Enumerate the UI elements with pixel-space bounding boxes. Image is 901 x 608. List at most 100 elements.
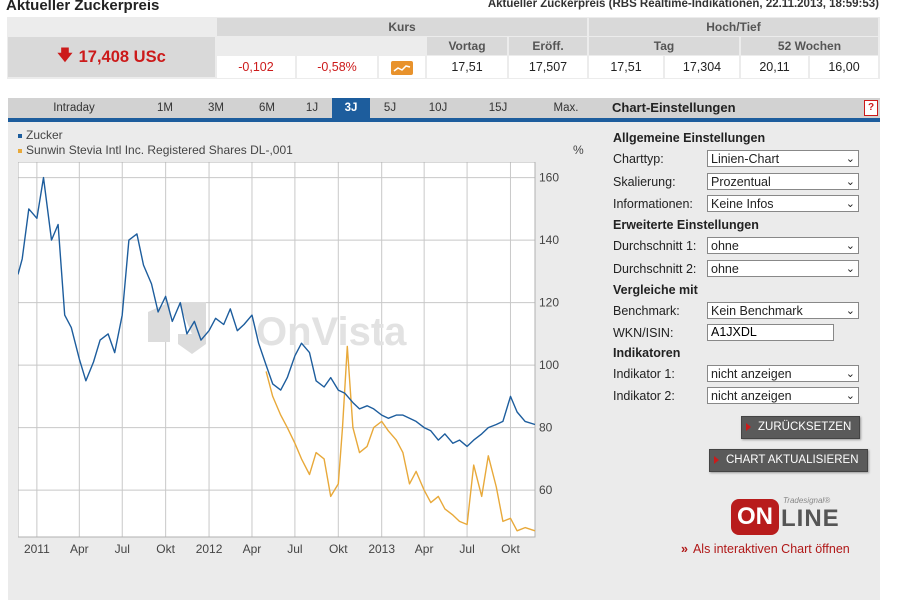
tab-max[interactable]: Max. bbox=[530, 98, 602, 118]
chevron-down-icon: ⌄ bbox=[845, 240, 855, 252]
benchmark-select[interactable]: Kein Benchmark ⌄ bbox=[707, 302, 859, 319]
tab-6m[interactable]: 6M bbox=[242, 98, 292, 118]
durchschnitt1-select[interactable]: ohne ⌄ bbox=[707, 237, 859, 254]
legend-swatch-zucker bbox=[18, 133, 22, 138]
tab-15j[interactable]: 15J bbox=[466, 98, 530, 118]
wochen-hoch-value: 20,11 bbox=[741, 56, 808, 78]
y-tick-label: 160 bbox=[539, 171, 559, 185]
tag-tief-value: 17,304 bbox=[665, 56, 739, 78]
indikator1-value: nicht anzeigen bbox=[711, 367, 792, 381]
watermark-text: OnVista bbox=[256, 310, 407, 354]
reset-button-label: ZURÜCKSETZEN bbox=[758, 421, 852, 433]
logo-line-text: LINE bbox=[781, 505, 840, 532]
charttyp-select[interactable]: Linien-Chart ⌄ bbox=[707, 150, 859, 167]
informationen-select[interactable]: Keine Infos ⌄ bbox=[707, 195, 859, 212]
settings-title: Chart-Einstellungen bbox=[612, 100, 736, 115]
y-tick-label: 60 bbox=[539, 483, 553, 497]
tab-10j[interactable]: 10J bbox=[410, 98, 466, 118]
logo-tradesignal-text: Tradesignal® bbox=[783, 496, 831, 505]
quote-subtitle: Aktueller Zuckerpreis (RBS Realtime-Indi… bbox=[487, 0, 879, 10]
y-unit-label: % bbox=[573, 143, 584, 157]
skalierung-value: Prozentual bbox=[711, 175, 771, 189]
vergleiche-heading: Vergleiche mit bbox=[613, 283, 698, 297]
charttyp-value: Linien-Chart bbox=[711, 152, 780, 166]
y-tick-label: 120 bbox=[539, 296, 559, 310]
mini-chart-icon[interactable] bbox=[391, 60, 413, 75]
legend-zucker: Zucker bbox=[18, 128, 63, 142]
change-abs: -0,102 bbox=[217, 56, 295, 78]
chevron-down-icon: ⌄ bbox=[845, 198, 855, 210]
change-pct: -0,58% bbox=[297, 56, 377, 78]
timeframe-tabs: Intraday 1M 3M 6M 1J 3J 5J 10J 15J Max. bbox=[8, 98, 608, 118]
tradesignal-online-logo[interactable]: Tradesignal® ON LINE bbox=[731, 496, 855, 537]
wkn-label: WKN/ISIN: bbox=[613, 326, 674, 340]
chevron-down-icon: ⌄ bbox=[845, 153, 855, 165]
benchmark-label: Benchmark: bbox=[613, 304, 680, 318]
x-tick-label: Apr bbox=[243, 542, 262, 556]
allgemein-heading: Allgemeine Einstellungen bbox=[613, 131, 766, 145]
x-tick-label: Jul bbox=[459, 542, 474, 556]
change-header-blank bbox=[217, 37, 377, 55]
y-tick-labels: 60 80 100 120 140 160 bbox=[539, 171, 559, 498]
x-tick-label: Okt bbox=[329, 542, 348, 556]
arrow-down-icon: 🡇 bbox=[57, 46, 73, 64]
indikator2-select[interactable]: nicht anzeigen ⌄ bbox=[707, 387, 859, 404]
durchschnitt1-label: Durchschnitt 1: bbox=[613, 239, 697, 253]
tab-1m[interactable]: 1M bbox=[140, 98, 190, 118]
page-title: Aktueller Zuckerpreis bbox=[6, 0, 160, 14]
interactive-chart-link[interactable]: » Als interaktiven Chart öffnen bbox=[681, 542, 850, 556]
tab-1j[interactable]: 1J bbox=[292, 98, 332, 118]
wochen-tief-value: 16,00 bbox=[810, 56, 878, 78]
durchschnitt2-value: ohne bbox=[711, 262, 739, 276]
x-tick-label: Apr bbox=[415, 542, 434, 556]
chevron-down-icon: ⌄ bbox=[845, 390, 855, 402]
wochen-header: 52 Wochen bbox=[741, 37, 878, 55]
skalierung-select[interactable]: Prozentual ⌄ bbox=[707, 173, 859, 190]
hochtief-header: Hoch/Tief bbox=[589, 18, 878, 36]
tab-3m[interactable]: 3M bbox=[190, 98, 242, 118]
x-tick-label: Jul bbox=[115, 542, 130, 556]
durchschnitt1-value: ohne bbox=[711, 239, 739, 253]
price-value: 17,408 USc bbox=[78, 47, 166, 66]
reset-button[interactable]: ZURÜCKSETZEN bbox=[741, 416, 861, 439]
tab-3j[interactable]: 3J bbox=[332, 98, 370, 118]
x-tick-label: Apr bbox=[70, 542, 89, 556]
tag-header: Tag bbox=[589, 37, 739, 55]
indikator2-value: nicht anzeigen bbox=[711, 389, 792, 403]
price-display: 🡇 17,408 USc bbox=[8, 37, 215, 77]
legend-label-zucker: Zucker bbox=[26, 128, 63, 142]
indikator1-select[interactable]: nicht anzeigen ⌄ bbox=[707, 365, 859, 382]
x-tick-label: 2012 bbox=[196, 542, 223, 556]
charttyp-label: Charttyp: bbox=[613, 152, 664, 166]
chevron-down-icon: ⌄ bbox=[845, 305, 855, 317]
informationen-value: Keine Infos bbox=[711, 197, 774, 211]
tag-hoch-value: 17,51 bbox=[589, 56, 663, 78]
tab-5j[interactable]: 5J bbox=[370, 98, 410, 118]
settings-header: Chart-Einstellungen ? bbox=[608, 98, 880, 118]
update-chart-button[interactable]: CHART AKTUALISIEREN bbox=[709, 449, 868, 472]
chart-link-cell[interactable] bbox=[379, 56, 425, 78]
price-chart[interactable]: OnVista 6080100120140160 2011 Apr Jul Okt 20… bbox=[18, 162, 593, 562]
x-tick-label: Okt bbox=[501, 542, 520, 556]
chevron-down-icon: ⌄ bbox=[845, 368, 855, 380]
arrow-right-icon bbox=[714, 456, 719, 464]
durchschnitt2-select[interactable]: ohne ⌄ bbox=[707, 260, 859, 277]
tab-intraday[interactable]: Intraday bbox=[8, 98, 140, 118]
legend-swatch-stevia bbox=[18, 148, 22, 153]
indikatoren-heading: Indikatoren bbox=[613, 346, 681, 360]
benchmark-value: Kein Benchmark bbox=[711, 304, 803, 318]
interactive-chart-label: Als interaktiven Chart öffnen bbox=[692, 542, 850, 556]
y-tick-label: 80 bbox=[539, 421, 553, 435]
chevron-down-icon: ⌄ bbox=[845, 263, 855, 275]
wkn-input[interactable] bbox=[707, 324, 834, 341]
indikator2-label: Indikator 2: bbox=[613, 389, 675, 403]
informationen-label: Informationen: bbox=[613, 197, 693, 211]
legend-stevia: Sunwin Stevia Intl Inc. Registered Share… bbox=[18, 143, 293, 157]
eroeff-value: 17,507 bbox=[509, 56, 587, 78]
price-header-blank bbox=[8, 18, 215, 36]
indikator1-label: Indikator 1: bbox=[613, 367, 675, 381]
chevron-down-icon: ⌄ bbox=[845, 176, 855, 188]
x-tick-label: Okt bbox=[156, 542, 175, 556]
update-chart-button-label: CHART AKTUALISIEREN bbox=[726, 454, 859, 466]
help-icon[interactable]: ? bbox=[864, 100, 878, 116]
